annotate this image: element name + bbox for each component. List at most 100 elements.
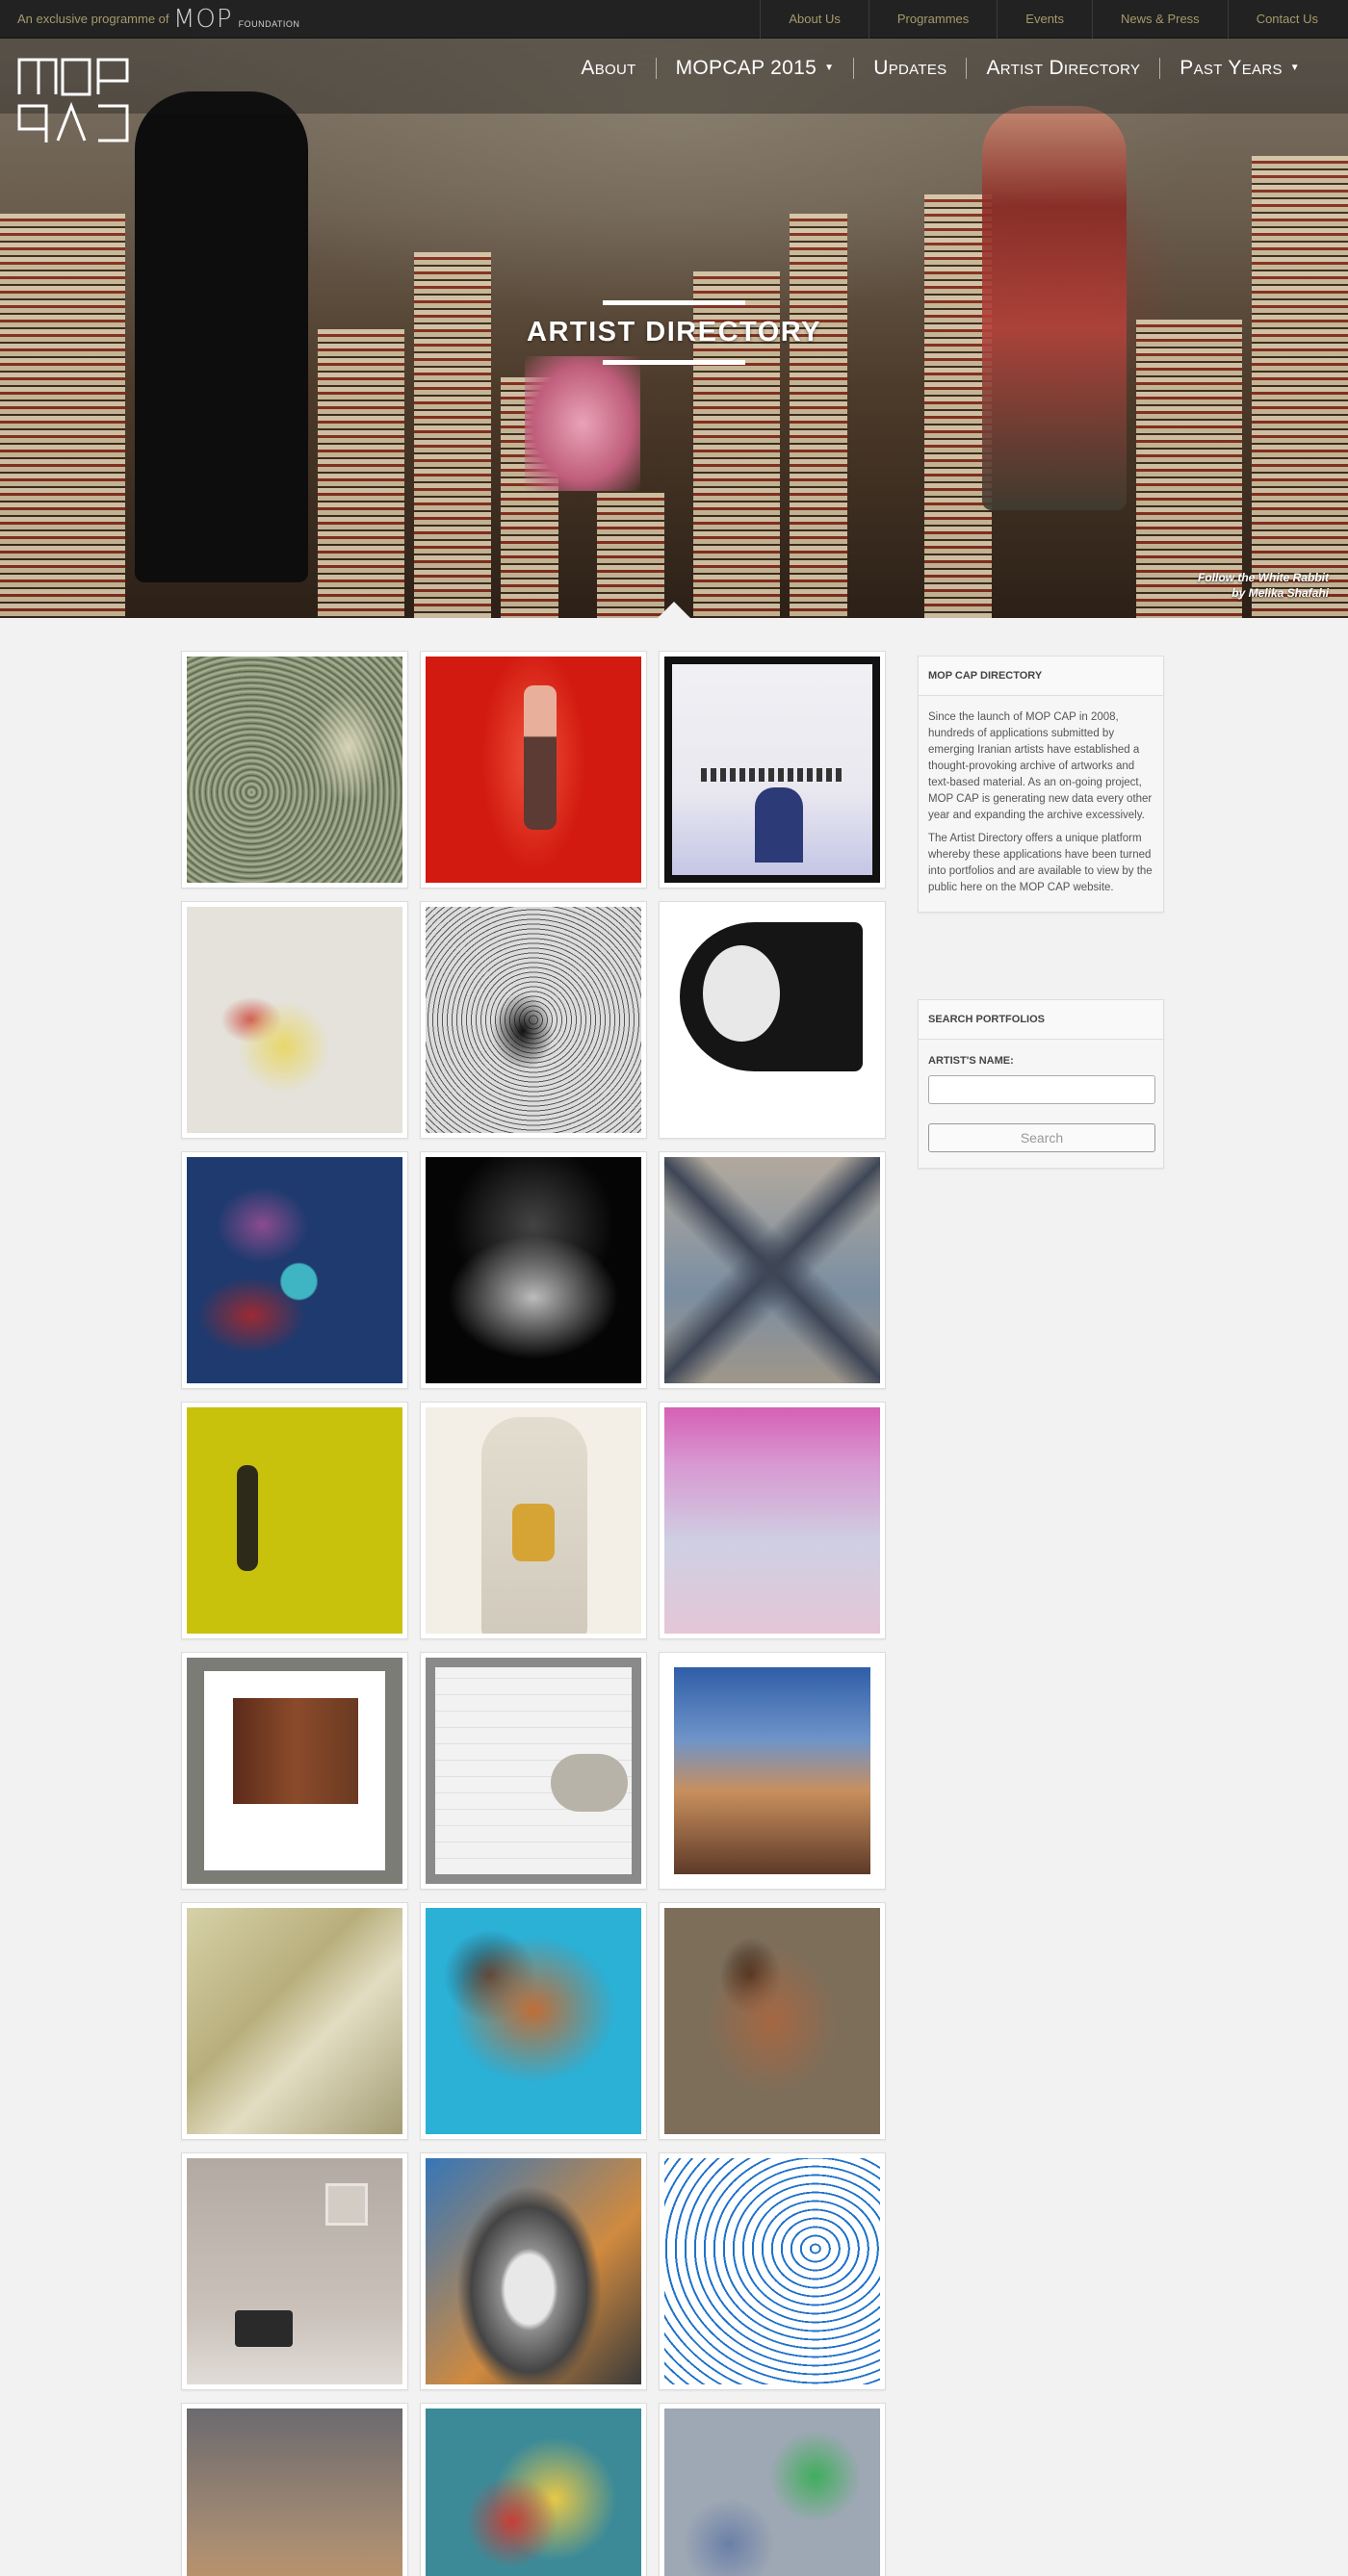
caption-artist: by Melika Shafahi	[1231, 586, 1329, 600]
search-panel-body: ARTIST'S NAME: Search	[919, 1040, 1163, 1168]
artwork-thumbnail	[187, 2409, 402, 2576]
utility-link-about-us[interactable]: About Us	[760, 0, 868, 39]
hero-book-stack	[597, 493, 664, 618]
search-portfolios-panel: SEARCH PORTFOLIOS ARTIST'S NAME: Search	[918, 999, 1164, 1169]
hero-notch	[658, 602, 690, 618]
hero-book-stack	[790, 214, 847, 618]
utility-link-events[interactable]: Events	[997, 0, 1092, 39]
hero-book-stack	[1252, 156, 1348, 618]
main-nav: About MOPCAP 2015 ▼ Updates Artist Direct…	[561, 58, 1319, 79]
artist-tile[interactable]	[420, 1151, 647, 1389]
artist-tile[interactable]	[181, 901, 408, 1139]
artist-name-input[interactable]	[928, 1075, 1155, 1104]
artwork-thumbnail	[426, 657, 641, 883]
artist-tile[interactable]	[420, 1402, 647, 1639]
artwork-thumbnail	[187, 1908, 402, 2134]
title-rule-bottom	[603, 360, 745, 365]
artwork-thumbnail	[426, 2158, 641, 2384]
nav-updates-label: Updates	[873, 57, 947, 79]
directory-panel-body: Since the launch of MOP CAP in 2008, hun…	[919, 696, 1163, 912]
artist-tile[interactable]	[181, 1652, 408, 1890]
nav-artist-directory[interactable]: Artist Directory	[966, 58, 1159, 79]
directory-panel-heading: MOP CAP DIRECTORY	[919, 657, 1163, 696]
hero-book-stack	[0, 214, 125, 618]
hero-figure-girl	[525, 356, 640, 491]
artist-tile[interactable]	[420, 1652, 647, 1890]
programme-text: An exclusive programme of	[17, 12, 169, 26]
page-title: ARTIST DIRECTORY	[527, 317, 821, 348]
artwork-thumbnail	[426, 1908, 641, 2134]
utility-link-news-press[interactable]: News & Press	[1092, 0, 1228, 39]
caret-down-icon: ▼	[1289, 63, 1300, 73]
artist-tile[interactable]	[420, 901, 647, 1139]
utility-link-programmes[interactable]: Programmes	[868, 0, 997, 39]
artist-tile[interactable]	[181, 2152, 408, 2390]
artist-tile[interactable]	[420, 2403, 647, 2576]
caret-down-icon: ▼	[824, 63, 835, 73]
artist-tile[interactable]	[659, 901, 886, 1139]
mop-cap-logo[interactable]	[17, 56, 129, 146]
artwork-thumbnail	[187, 1658, 402, 1884]
directory-info-panel: MOP CAP DIRECTORY Since the launch of MO…	[918, 656, 1164, 913]
title-rule-top	[603, 300, 745, 305]
artist-tile[interactable]	[181, 2403, 408, 2576]
artist-tile[interactable]	[659, 1652, 886, 1890]
artist-tile[interactable]	[420, 651, 647, 889]
nav-about-label: About	[581, 57, 636, 79]
foundation-logo-word: FOUNDATION	[238, 19, 300, 29]
artist-tile[interactable]	[420, 2152, 647, 2390]
artwork-thumbnail	[664, 2409, 880, 2576]
search-panel-heading: SEARCH PORTFOLIOS	[919, 1000, 1163, 1040]
search-button[interactable]: Search	[928, 1123, 1155, 1152]
artwork-thumbnail	[426, 1658, 641, 1884]
artwork-thumbnail	[187, 1407, 402, 1634]
artwork-thumbnail	[664, 2158, 880, 2384]
hero-banner: About MOPCAP 2015 ▼ Updates Artist Direct…	[0, 39, 1348, 618]
nav-past-years-label: Past Years	[1180, 57, 1283, 79]
artwork-thumbnail	[664, 657, 880, 883]
hero-title-block: ARTIST DIRECTORY	[0, 300, 1348, 365]
nav-mopcap-2015-label: MOPCAP 2015	[675, 57, 817, 79]
artist-tile[interactable]	[659, 651, 886, 889]
nav-updates[interactable]: Updates	[853, 58, 966, 79]
artwork-thumbnail	[426, 907, 641, 1133]
artist-tile[interactable]	[659, 1402, 886, 1639]
artwork-thumbnail	[187, 1157, 402, 1383]
artwork-thumbnail	[664, 907, 880, 1133]
hero-book-stack	[318, 329, 404, 618]
artist-tile[interactable]	[181, 1902, 408, 2140]
artist-tile[interactable]	[659, 1151, 886, 1389]
artwork-thumbnail	[664, 1157, 880, 1383]
nav-mopcap-2015[interactable]: MOPCAP 2015 ▼	[655, 57, 854, 79]
artist-tile[interactable]	[659, 1902, 886, 2140]
artist-tile[interactable]	[659, 2403, 886, 2576]
hero-caption: Follow the White Rabbit by Melika Shafah…	[1198, 570, 1329, 601]
artist-tile[interactable]	[659, 2152, 886, 2390]
artwork-thumbnail	[664, 1908, 880, 2134]
artwork-thumbnail	[187, 657, 402, 883]
foundation-logo-mark: MOP	[173, 5, 233, 34]
artwork-thumbnail	[187, 2158, 402, 2384]
artwork-thumbnail	[664, 1407, 880, 1634]
directory-paragraph-1: Since the launch of MOP CAP in 2008, hun…	[928, 711, 1153, 821]
artwork-thumbnail	[664, 1658, 880, 1884]
top-utility-bar: An exclusive programme of MOP FOUNDATION…	[0, 0, 1348, 39]
utility-nav: About Us Programmes Events News & Press …	[760, 0, 1348, 39]
mop-foundation-logo[interactable]: MOP FOUNDATION	[173, 6, 299, 33]
directory-paragraph-2: The Artist Directory offers a unique pla…	[928, 833, 1153, 893]
artist-tile[interactable]	[181, 1151, 408, 1389]
utility-link-contact-us[interactable]: Contact Us	[1227, 0, 1348, 39]
artist-grid	[181, 651, 890, 2576]
artwork-thumbnail	[187, 907, 402, 1133]
artist-tile[interactable]	[181, 1402, 408, 1639]
artwork-thumbnail	[426, 1157, 641, 1383]
artwork-thumbnail	[426, 2409, 641, 2576]
artist-tile[interactable]	[420, 1902, 647, 2140]
artist-tile[interactable]	[181, 651, 408, 889]
nav-past-years[interactable]: Past Years ▼	[1159, 58, 1319, 79]
artwork-thumbnail	[426, 1407, 641, 1634]
caption-title: Follow the White Rabbit	[1198, 571, 1329, 584]
nav-artist-directory-label: Artist Directory	[986, 57, 1141, 79]
artist-name-label: ARTIST'S NAME:	[928, 1055, 1014, 1067]
nav-about[interactable]: About	[561, 58, 655, 79]
